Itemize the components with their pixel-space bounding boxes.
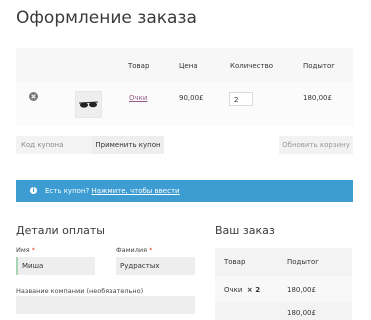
first-name-label: Имя *	[16, 246, 36, 254]
order-column-subtotal: Подытог	[287, 258, 319, 266]
product-thumbnail[interactable]	[75, 91, 102, 118]
product-price: 90,00£	[179, 94, 204, 102]
required-mark: *	[149, 246, 153, 254]
page-title: Оформление заказа	[16, 8, 197, 28]
billing-title: Детали оплаты	[16, 224, 105, 237]
remove-item-icon[interactable]	[29, 92, 38, 101]
product-subtotal: 180,00£	[303, 94, 332, 102]
product-name[interactable]: Очки	[129, 94, 147, 102]
column-header-quantity: Количество	[230, 62, 274, 70]
notice-message: Есть купон? Нажмите, чтобы ввести	[45, 186, 180, 196]
coupon-input[interactable]: Код купона	[16, 136, 92, 154]
column-header-price: Цена	[179, 62, 198, 70]
last-name-field[interactable]: Рудрастых	[116, 257, 195, 275]
first-name-field[interactable]: Миша	[16, 257, 95, 275]
table-row	[215, 302, 352, 320]
show-coupon-link[interactable]: Нажмите, чтобы ввести	[91, 187, 179, 195]
apply-coupon-button[interactable]: Применить купон	[92, 136, 164, 154]
column-header-subtotal: Подытог	[303, 62, 335, 70]
quantity-input[interactable]: 2	[229, 92, 253, 106]
order-column-product: Товар	[224, 258, 246, 266]
notice-text: Есть купон?	[45, 187, 90, 195]
order-item-qty: × 2	[246, 286, 261, 294]
company-label: Название компании (необязательно)	[16, 287, 144, 295]
info-icon: i	[30, 187, 37, 194]
order-item-subtotal: 180,00£	[287, 286, 316, 294]
update-cart-button[interactable]: Обновить корзину	[279, 136, 353, 154]
order-title: Ваш заказ	[215, 224, 275, 237]
order-subtotal-value: 180,00£	[287, 309, 316, 317]
required-mark: *	[31, 246, 36, 254]
product-name-link[interactable]: Очки	[129, 93, 147, 103]
order-item-product: Очки × 2	[224, 286, 261, 294]
last-name-label: Фамилия *	[116, 246, 153, 254]
sunglasses-icon	[78, 101, 99, 108]
column-header-product: Товар	[128, 62, 150, 70]
company-field[interactable]	[16, 296, 195, 314]
table-row	[16, 82, 353, 126]
